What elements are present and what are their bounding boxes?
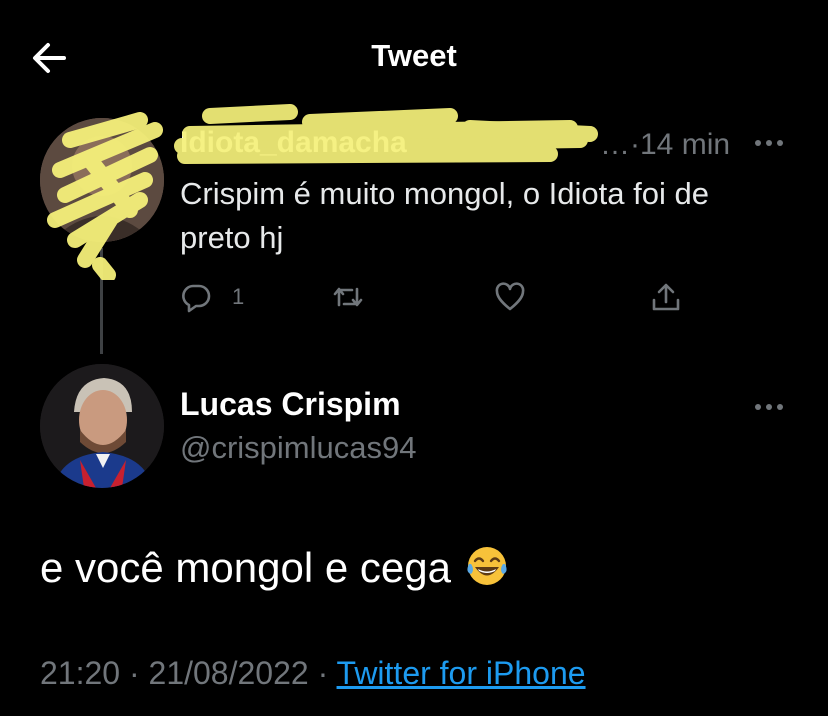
tweet-text: e você mongol e cega [40, 544, 509, 592]
tweet-screen: Tweet Idiota_damacha …·14 min Crispim é … [0, 0, 828, 716]
tweet-meta: 21:20 · 21/08/2022 · Twitter for iPhone [40, 655, 586, 692]
retweet-icon [333, 287, 363, 307]
parent-tweet-time: …·14 min [600, 128, 731, 161]
tweet-source-link[interactable]: Twitter for iPhone [337, 655, 586, 691]
parent-tweet-actions: 1 [180, 278, 700, 316]
reply-button[interactable]: 1 [180, 278, 244, 316]
tweet-date: 21/08/2022 [148, 655, 309, 691]
parent-tweet-header: Idiota_damacha …·14 min [180, 122, 740, 166]
laughing-emoji-icon [467, 547, 507, 585]
share-button[interactable] [650, 278, 682, 316]
tweet-time: 21:20 [40, 655, 121, 691]
more-icon [755, 140, 783, 146]
like-icon [495, 282, 525, 311]
tweet-more-button[interactable] [752, 392, 786, 422]
parent-more-button[interactable] [752, 128, 786, 158]
parent-tweet-text: Crispim é muito mongol, o Idiota foi de … [180, 176, 709, 255]
author-avatar[interactable] [40, 364, 164, 488]
author-avatar-image [40, 364, 164, 488]
retweet-button[interactable] [332, 278, 364, 316]
like-button[interactable] [494, 278, 526, 316]
author-handle[interactable]: @crispimlucas94 [180, 430, 416, 466]
page-title: Tweet [371, 38, 457, 73]
parent-author-name[interactable]: Idiota_damacha [180, 126, 407, 160]
meta-separator: · [128, 655, 149, 691]
reply-icon [182, 284, 211, 313]
share-icon [652, 283, 680, 311]
author-name[interactable]: Lucas Crispim [180, 386, 401, 423]
more-icon [755, 404, 783, 410]
tweet-text-content: e você mongol e cega [40, 544, 451, 591]
reply-count: 1 [232, 284, 245, 309]
thread-line [100, 248, 103, 354]
parent-avatar[interactable] [40, 118, 164, 242]
parent-avatar-image [40, 118, 164, 242]
meta-separator: · [317, 655, 337, 691]
